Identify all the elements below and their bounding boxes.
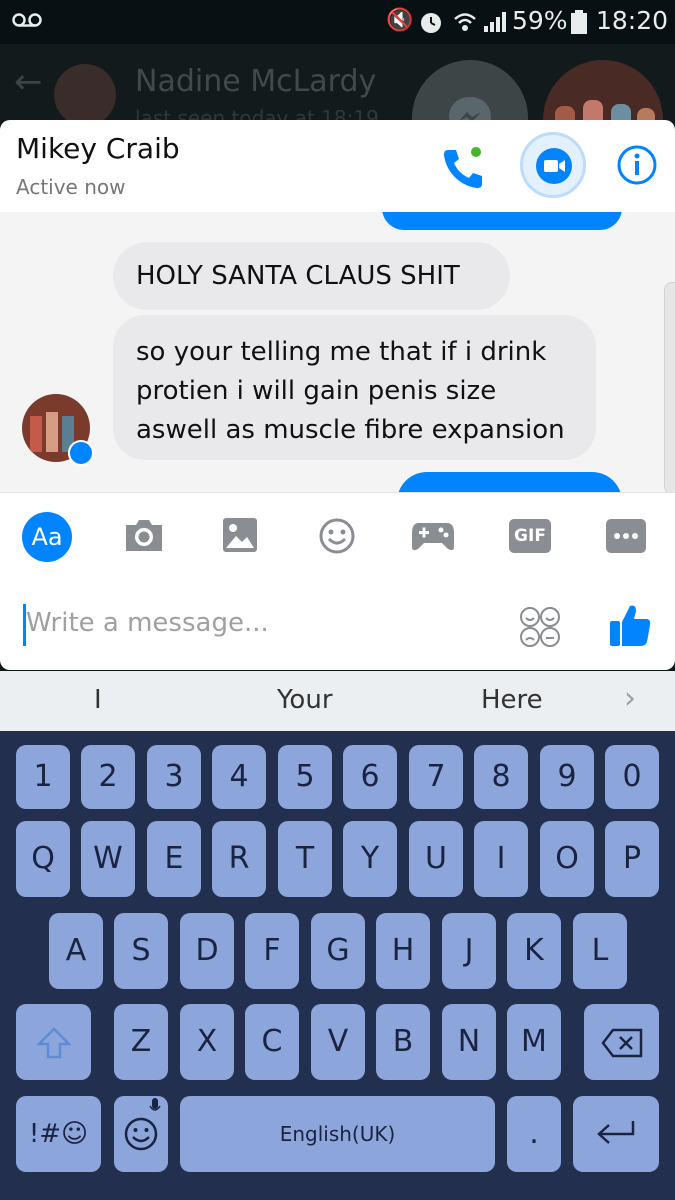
key-p[interactable]: P [605,821,659,897]
back-arrow-icon: ← [14,62,43,102]
microphone-icon [149,1098,161,1111]
camera-icon[interactable] [124,517,164,553]
background-avatar [54,64,116,126]
enter-arrow-icon [597,1121,635,1144]
key-b[interactable]: B [376,1004,430,1080]
more-dots-icon [614,533,638,539]
key-o[interactable]: O [540,821,594,897]
video-call-button[interactable] [520,132,586,198]
active-status: Active now [16,175,126,199]
key-f[interactable]: F [245,913,299,989]
key-0[interactable]: 0 [605,745,659,809]
key-l[interactable]: L [573,913,627,989]
key-x[interactable]: X [180,1004,234,1080]
key-6[interactable]: 6 [343,745,397,809]
key-7[interactable]: 7 [409,745,463,809]
contact-name: Mikey Craib [16,132,180,165]
suggestion-1[interactable]: I [94,685,102,715]
compose-bar: Write a message... [0,582,675,670]
video-camera-icon [536,148,572,184]
key-n[interactable]: N [442,1004,496,1080]
key-h[interactable]: H [376,913,430,989]
background-chat-name: Nadine McLardy [135,64,377,99]
key-a[interactable]: A [49,913,103,989]
shift-key[interactable] [16,1004,91,1080]
key-s[interactable]: S [114,913,168,989]
key-9[interactable]: 9 [540,745,594,809]
key-v[interactable]: V [311,1004,365,1080]
message-line: protien i will gain penis size [136,376,497,406]
sent-message-bubble[interactable] [397,472,622,492]
suggestion-2[interactable]: Your [277,685,333,715]
key-r[interactable]: R [212,821,266,897]
chat-header: Mikey Craib Active now [0,120,675,212]
background-chat-header: ← Nadine McLardy last seen today at 18:1… [0,44,675,180]
key-i[interactable]: I [474,821,528,897]
received-message-bubble[interactable]: HOLY SANTA CLAUS SHIT [113,242,510,310]
scrollbar[interactable] [664,282,675,492]
key-w[interactable]: W [81,821,135,897]
gif-button[interactable]: GIF [509,519,551,553]
message-input[interactable]: Write a message... [26,608,496,648]
battery-percent: 59% [512,6,568,35]
key-u[interactable]: U [409,821,463,897]
alarm-icon [421,13,441,33]
backspace-key[interactable] [584,1004,659,1080]
voice-call-button[interactable] [440,144,488,192]
phone-icon [444,147,482,188]
received-message-bubble[interactable]: so your telling me that if i drink proti… [113,315,596,460]
messenger-badge-icon [68,440,94,466]
composer-toolbar: Aa GIF [0,492,675,583]
message-line: so your telling me that if i drink [136,337,547,367]
suggestion-3[interactable]: Here [481,685,543,715]
message-line: aswell as muscle fibre expansion [136,415,565,445]
period-key[interactable]: . [507,1096,561,1172]
key-e[interactable]: E [147,821,201,897]
stickers-icon[interactable] [519,606,561,648]
symbols-key[interactable]: !#☺ [16,1096,101,1172]
message-text: HOLY SANTA CLAUS SHIT [136,261,460,291]
key-j[interactable]: J [442,913,496,989]
chevron-right-icon[interactable]: › [624,681,636,716]
key-5[interactable]: 5 [278,745,332,809]
key-z[interactable]: Z [114,1004,168,1080]
message-list[interactable]: HOLY SANTA CLAUS SHIT so your telling me… [0,212,675,492]
status-bar: 🔇 59% 18:20 [0,0,675,44]
shift-arrow-icon [35,1027,72,1059]
key-1[interactable]: 1 [16,745,70,809]
gallery-icon[interactable] [222,517,258,553]
key-d[interactable]: D [180,913,234,989]
battery-icon [571,10,587,34]
wifi-icon [454,13,476,31]
key-c[interactable]: C [245,1004,299,1080]
key-q[interactable]: Q [16,821,70,897]
mute-icon: 🔇 [386,8,414,33]
key-g[interactable]: G [311,913,365,989]
emoji-icon[interactable] [318,517,356,555]
key-m[interactable]: M [507,1004,561,1080]
game-controller-icon[interactable] [411,519,455,553]
key-4[interactable]: 4 [212,745,266,809]
backspace-icon [600,1028,642,1058]
key-3[interactable]: 3 [147,745,201,809]
smiley-icon [124,1117,158,1151]
info-button[interactable] [616,144,658,186]
keyboard: 1 2 3 4 5 6 7 8 9 0 Q W E R T Y U I O P … [0,731,675,1200]
signal-icon [484,12,506,32]
key-k[interactable]: K [507,913,561,989]
key-t[interactable]: T [278,821,332,897]
key-y[interactable]: Y [343,821,397,897]
sent-message-bubble[interactable] [382,212,622,230]
suggestion-bar: I Your Here › [0,671,675,731]
key-2[interactable]: 2 [81,745,135,809]
more-options-button[interactable] [606,519,646,553]
thumbs-up-icon[interactable] [608,602,652,648]
voicemail-icon [12,13,42,27]
key-8[interactable]: 8 [474,745,528,809]
clock: 18:20 [596,6,669,35]
space-key[interactable]: English(UK) [180,1096,495,1172]
text-format-button[interactable]: Aa [22,512,72,562]
info-icon [617,145,657,185]
enter-key[interactable] [573,1096,659,1172]
